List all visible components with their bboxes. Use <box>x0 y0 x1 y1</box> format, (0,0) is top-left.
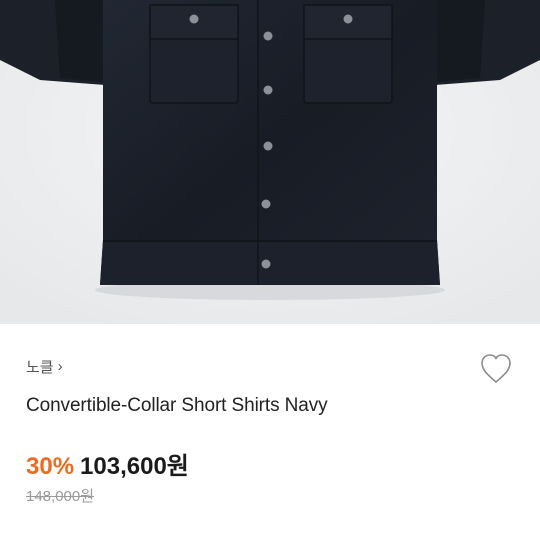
product-title: Convertible-Collar Short Shirts Navy <box>26 395 328 416</box>
brand-name: 노클 <box>26 359 54 376</box>
sale-price: 103,600원 <box>80 453 189 480</box>
price-row: 30% 103,600원 <box>26 446 189 481</box>
discount-rate: 30% <box>26 453 75 480</box>
original-price: 148,000원 <box>26 488 95 505</box>
product-info-panel <box>0 324 540 540</box>
product-image[interactable] <box>0 0 540 324</box>
chevron-right-icon: › <box>57 358 63 375</box>
heart-outline-icon[interactable] <box>478 351 514 387</box>
brand-link[interactable]: 노클 › <box>26 356 63 377</box>
shirt-illustration <box>0 0 540 324</box>
